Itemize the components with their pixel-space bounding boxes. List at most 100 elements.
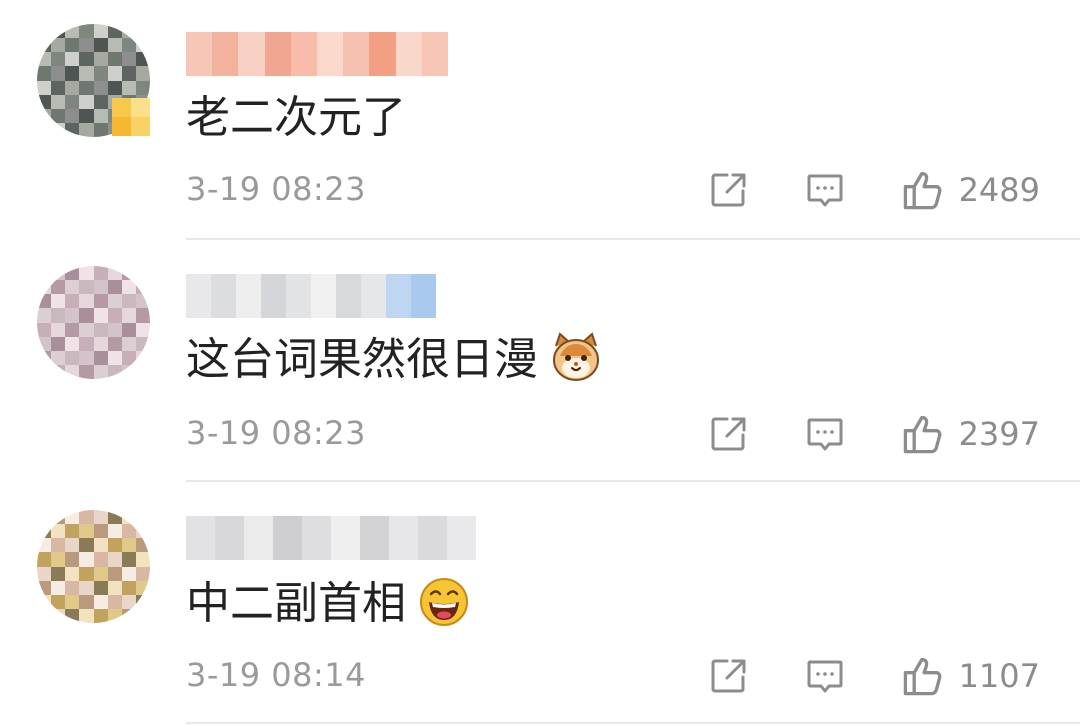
comment-actions: 1107 [709, 654, 1040, 698]
avatar-pixel [37, 38, 52, 53]
avatar-pixel [79, 38, 94, 53]
avatar-pixel [121, 608, 136, 623]
avatar-pixel [65, 364, 80, 379]
avatar-pixel [107, 266, 122, 281]
username-pixel [244, 516, 273, 560]
avatar-pixel [107, 566, 122, 581]
avatar-pixel [135, 552, 150, 567]
like-icon[interactable] [901, 412, 945, 456]
avatar-pixel [79, 294, 94, 309]
avatar-pixel [135, 322, 150, 337]
avatar-pixel [121, 350, 136, 365]
avatar-pixel [51, 552, 66, 567]
avatar-pixel [37, 308, 52, 323]
comment-text-label: 中二副首相 [186, 578, 406, 629]
avatar-pixel [107, 80, 122, 95]
avatar-pixel [121, 538, 136, 553]
avatar-pixel [121, 594, 136, 609]
username-pixel [186, 274, 211, 318]
vip-badge-icon [112, 98, 150, 136]
username-pixel [211, 274, 236, 318]
avatar-pixel [107, 538, 122, 553]
avatar-pixel [135, 52, 150, 67]
avatar-pixel [37, 510, 52, 525]
reply-icon[interactable] [805, 656, 845, 696]
avatar-pixel [121, 566, 136, 581]
avatar-pixel [37, 66, 52, 81]
avatar-pixel [135, 538, 150, 553]
avatar-pixel [121, 336, 136, 351]
username-pixel [286, 274, 311, 318]
avatar-pixel [93, 538, 108, 553]
username-pixel [389, 516, 418, 560]
avatar-pixel [121, 294, 136, 309]
avatar-pixel [121, 580, 136, 595]
avatar-pixel [121, 524, 136, 539]
username-blurred[interactable] [186, 32, 448, 76]
avatar-pixel [65, 52, 80, 67]
avatar-pixel [121, 364, 136, 379]
avatar-pixel [65, 122, 80, 137]
avatar-pixel [79, 594, 94, 609]
avatar-pixel [37, 280, 52, 295]
avatar-pixel [51, 524, 66, 539]
avatar-pixel [93, 94, 108, 109]
avatar-pixel [107, 580, 122, 595]
username-pixel [264, 32, 291, 76]
avatar-pixel [65, 24, 80, 39]
avatar-pixel [121, 266, 136, 281]
avatar-pixel [107, 524, 122, 539]
avatar-pixel [79, 552, 94, 567]
avatar-pixel [135, 510, 150, 525]
avatar-pixel [51, 580, 66, 595]
avatar-pixel [107, 510, 122, 525]
avatar-pixel [79, 122, 94, 137]
avatar-pixel [93, 280, 108, 295]
avatar-pixel [121, 52, 136, 67]
avatar-pixel [51, 336, 66, 351]
comment-text: 中二副首相 [186, 576, 470, 632]
username-blurred[interactable] [186, 516, 476, 560]
avatar-pixel [65, 80, 80, 95]
username-blurred[interactable] [186, 274, 436, 318]
username-pixel [236, 274, 261, 318]
avatar-pixel [37, 524, 52, 539]
share-icon[interactable] [709, 656, 749, 696]
avatar-pixel [51, 294, 66, 309]
avatar-pixel [51, 308, 66, 323]
avatar-pixel [107, 594, 122, 609]
avatar-pixel [51, 80, 66, 95]
comment-time: 3-19 08:23 [186, 414, 367, 452]
comment-time: 3-19 08:14 [186, 656, 367, 694]
avatar-pixel [93, 524, 108, 539]
divider [186, 238, 1080, 240]
avatar-pixel [65, 524, 80, 539]
avatar[interactable] [37, 510, 150, 623]
reply-icon[interactable] [805, 170, 845, 210]
avatar-pixel [37, 108, 52, 123]
avatar-pixel [135, 280, 150, 295]
like-icon[interactable] [901, 168, 945, 212]
like-icon[interactable] [901, 654, 945, 698]
avatar-pixel [65, 336, 80, 351]
avatar-pixel [107, 336, 122, 351]
reply-icon[interactable] [805, 414, 845, 454]
comment-actions: 2397 [709, 412, 1040, 456]
avatar-pixels [37, 510, 150, 623]
avatar-pixel [135, 566, 150, 581]
comment-text: 这台词果然很日漫 [186, 332, 602, 388]
avatar-pixel [51, 538, 66, 553]
avatar-pixel [65, 552, 80, 567]
avatar-pixel [79, 52, 94, 67]
username-pixel [238, 32, 265, 76]
username-pixel [273, 516, 302, 560]
avatar-pixel [135, 294, 150, 309]
share-icon[interactable] [709, 414, 749, 454]
avatar-pixel [65, 308, 80, 323]
avatar-pixel [135, 308, 150, 323]
avatar-pixel [107, 280, 122, 295]
avatar-pixel [93, 266, 108, 281]
avatar[interactable] [37, 266, 150, 379]
share-icon[interactable] [709, 170, 749, 210]
avatar-pixel [37, 566, 52, 581]
